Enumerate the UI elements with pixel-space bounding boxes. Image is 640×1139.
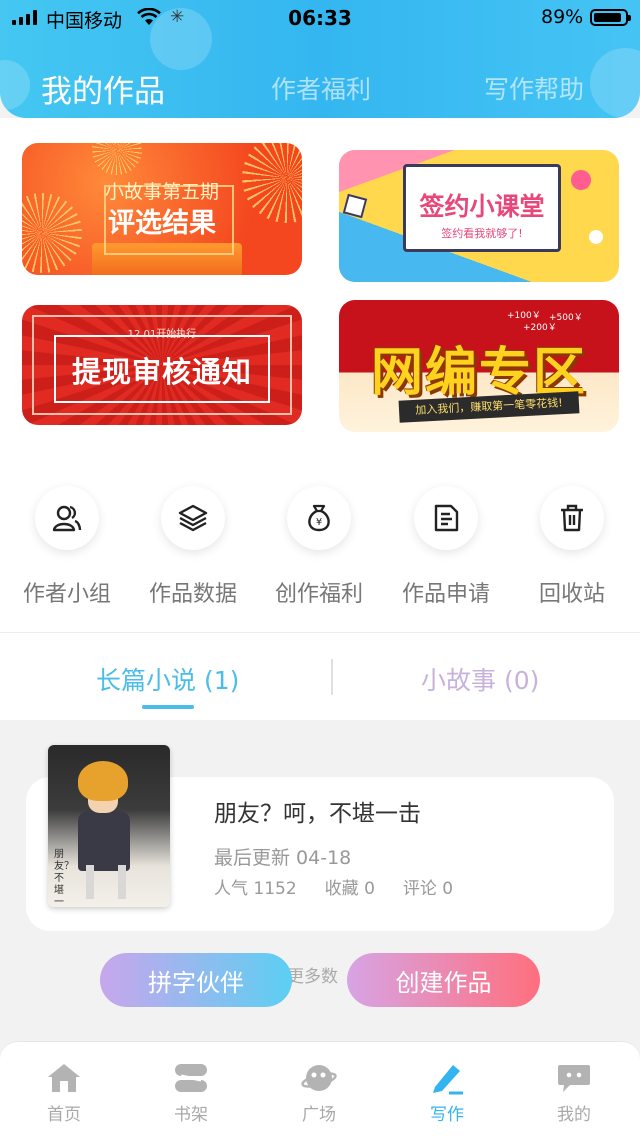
nav-label: 首页: [47, 1105, 81, 1125]
dot-decor: [571, 170, 591, 190]
tab-divider: [331, 659, 333, 695]
nav-write[interactable]: 写作: [397, 1060, 497, 1125]
status-bar: 中国移动 ✳ 06:33 89%: [0, 0, 640, 36]
nav-label: 书架: [174, 1105, 208, 1125]
nav-bookshelf[interactable]: 书架: [141, 1060, 241, 1125]
trash-icon: [561, 504, 583, 532]
work-comments: 评论 0: [402, 879, 454, 899]
users-icon: [52, 505, 82, 532]
board-decor: 签约小课堂 签约看我就够了!: [403, 164, 561, 252]
nav-label: 我的: [557, 1105, 591, 1125]
work-popularity: 人气 1152: [214, 879, 297, 899]
nav-label: 广场: [302, 1105, 336, 1125]
bookshelf-icon: [175, 1064, 207, 1092]
shortcut-label: 作品申请: [401, 582, 490, 607]
layers-icon: [178, 504, 208, 532]
decor-bubble: [590, 48, 640, 118]
banner-title: 提现审核通知: [71, 355, 252, 389]
work-stats: 人气 1152 收藏 0 评论 0: [214, 874, 453, 899]
work-updated: 最后更新 04-18: [214, 847, 352, 869]
battery-percent: 89%: [541, 6, 584, 28]
banner-subtitle: 小故事第五期: [104, 181, 219, 203]
shortcut-label: 回收站: [538, 582, 605, 607]
banner-subtitle: 签约看我就够了!: [441, 227, 523, 240]
writing-partner-button[interactable]: 拼字伙伴: [100, 953, 292, 1007]
category-tabs: 长篇小说 (1) 小故事 (0): [0, 632, 640, 720]
shortcut-recycle-bin[interactable]: 回收站: [512, 486, 632, 608]
book-cover-image[interactable]: 朋友？不堪一击: [48, 745, 170, 907]
work-favorites: 收藏 0: [324, 879, 375, 899]
firework-decor: [92, 143, 142, 175]
money-bag-icon: ¥: [308, 504, 330, 532]
chat-bubble-icon: [558, 1065, 590, 1092]
work-title: 朋友？呵，不堪一击: [214, 801, 421, 827]
shortcut-label: 创作福利: [274, 582, 363, 607]
banner-title: 签约小课堂: [419, 192, 545, 221]
battery-icon: [590, 9, 631, 26]
bottom-nav: 首页 书架 广场 写作 我的: [0, 1041, 640, 1139]
nav-mine[interactable]: 我的: [524, 1060, 624, 1125]
decor-bubble: [0, 60, 30, 110]
banner-story-results[interactable]: 小故事第五期 评选结果: [22, 143, 302, 275]
banner-subtitle: 12.01开始执行: [127, 329, 197, 340]
shortcut-author-group[interactable]: 作者小组: [7, 486, 127, 608]
shortcut-label: 作者小组: [22, 582, 111, 607]
banner-editor-zone[interactable]: +100￥ +500￥ +200￥ 网编专区 加入我们，赚取第一笔零花钱!: [339, 300, 619, 432]
header: 中国移动 ✳ 06:33 89% 我的作品 作者福利 写作帮助: [0, 0, 640, 118]
pen-icon: [433, 1065, 463, 1095]
tab-author-benefits[interactable]: 作者福利: [271, 70, 371, 106]
cover-title: 朋友？不堪一击: [54, 849, 74, 907]
dot-decor: [589, 230, 603, 244]
tab-short-story[interactable]: 小故事 (0): [421, 661, 539, 697]
svg-text:¥: ¥: [316, 517, 322, 528]
create-work-button[interactable]: 创建作品: [347, 953, 540, 1007]
tab-writing-help[interactable]: 写作帮助: [484, 70, 584, 106]
shortcut-label: 作品数据: [148, 582, 237, 607]
home-icon: [48, 1064, 80, 1092]
document-icon: [434, 504, 459, 532]
shortcut-work-application[interactable]: 作品申请: [386, 486, 506, 608]
shortcut-work-data[interactable]: 作品数据: [133, 486, 253, 608]
planet-icon: [301, 1065, 337, 1091]
nav-square[interactable]: 广场: [269, 1060, 369, 1125]
shortcut-creation-benefits[interactable]: ¥ 创作福利: [259, 486, 379, 608]
nav-label: 写作: [430, 1105, 464, 1125]
active-tab-indicator: [142, 705, 194, 709]
nav-home[interactable]: 首页: [14, 1060, 114, 1125]
banner-title: 评选结果: [108, 208, 216, 239]
tab-my-works[interactable]: 我的作品: [41, 66, 165, 111]
tab-long-novel[interactable]: 长篇小说 (1): [96, 661, 239, 697]
banner-withdraw-notice[interactable]: 12.01开始执行 提现审核通知: [22, 305, 302, 425]
banner-signing-class[interactable]: 签约小课堂 签约看我就够了!: [339, 150, 619, 282]
